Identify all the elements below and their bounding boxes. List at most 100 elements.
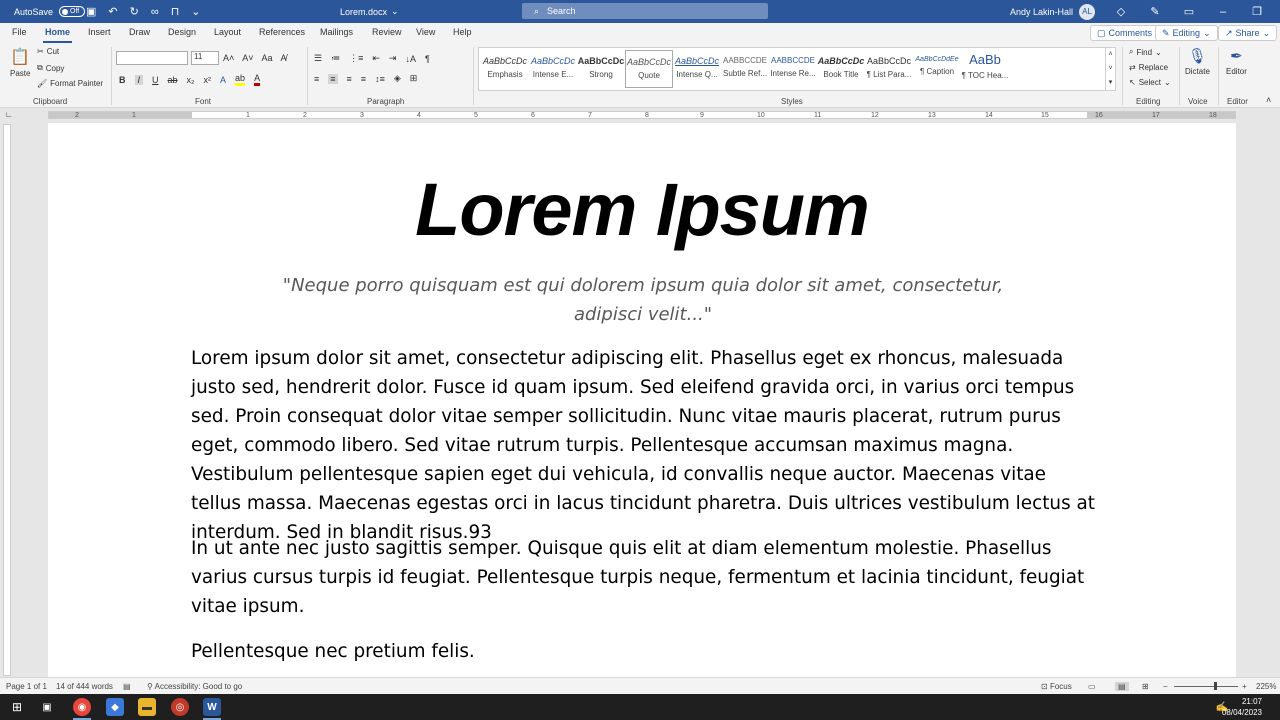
highlight-icon[interactable]: ab [235, 73, 246, 86]
autosave-toggle[interactable]: Off [59, 6, 86, 17]
tab-insert[interactable]: Insert [88, 27, 111, 37]
text-effects-icon[interactable]: A [220, 75, 226, 85]
editing-mode-button[interactable]: ✎ Editing ⌄ [1155, 25, 1218, 41]
font-size-input[interactable]: 11 [191, 51, 219, 65]
format-painter-button[interactable]: 🖌 Format Painter [37, 79, 103, 88]
shading-icon[interactable]: ◈ [394, 73, 401, 84]
find-button[interactable]: ⌕ Find ⌄ [1129, 47, 1162, 57]
screen-recorder-icon[interactable]: ◎ [171, 698, 189, 716]
document-page[interactable]: Lorem Ipsum "Neque porro quisquam est qu… [48, 123, 1236, 677]
accessibility-status[interactable]: ⚲ Accessibility: Good to go [147, 682, 242, 691]
align-left-icon[interactable]: ≡ [314, 74, 319, 84]
style-list-paragraph[interactable]: AaBbCcDc ¶ List Para... [865, 50, 913, 88]
italic-icon[interactable]: I [134, 74, 144, 85]
print-layout-icon[interactable]: ▤ [1115, 682, 1129, 691]
bold-icon[interactable]: B [119, 75, 126, 85]
comments-button[interactable]: ▢ Comments [1090, 25, 1160, 41]
copy-button[interactable]: ⧉ Copy [37, 63, 64, 73]
grow-font-icon[interactable]: A˄ [223, 53, 234, 63]
share-button[interactable]: ↗ Share ⌄ [1218, 25, 1278, 41]
word-count[interactable]: 14 of 444 words [56, 682, 113, 691]
tab-draw[interactable]: Draw [129, 27, 150, 37]
editor-button[interactable]: ✒ Editor [1226, 47, 1247, 76]
align-center-icon[interactable]: ≡ [328, 73, 338, 84]
task-view-icon[interactable]: ▣ [38, 698, 56, 716]
avatar[interactable]: AL [1079, 3, 1096, 20]
strikethrough-icon[interactable]: ab [168, 75, 178, 85]
style-intense-emphasis[interactable]: AaBbCcDc Intense E... [529, 50, 577, 88]
customize-qat-icon[interactable]: ⌄ [191, 5, 200, 18]
tab-home[interactable]: Home [42, 27, 73, 43]
user-account[interactable]: Andy Lakin-Hall AL [1010, 0, 1096, 23]
style-toc-heading[interactable]: AaBb ¶ TOC Hea... [961, 50, 1009, 88]
shrink-font-icon[interactable]: A˅ [242, 53, 253, 63]
zoom-out-icon[interactable]: − [1163, 682, 1168, 691]
style-strong[interactable]: AaBbCcDc Strong [577, 50, 625, 88]
tab-review[interactable]: Review [372, 27, 402, 37]
file-explorer-icon[interactable]: ▬ [138, 698, 156, 716]
select-button[interactable]: ↖ Select ⌄ [1129, 78, 1171, 87]
diamond-icon[interactable]: ◇ [1104, 5, 1138, 18]
dictate-button[interactable]: 🎙 Dictate [1185, 47, 1210, 76]
ribbon-display-icon[interactable]: ▭ [1172, 5, 1206, 18]
focus-button[interactable]: ⊡ Focus [1041, 682, 1072, 691]
page-count[interactable]: Page 1 of 1 [6, 682, 47, 691]
text-direction-icon[interactable]: ⊓ [171, 5, 180, 18]
style-book-title[interactable]: AaBbCcDc Book Title [817, 50, 865, 88]
chevron-down-icon[interactable]: ˅ [1106, 62, 1115, 76]
tab-file[interactable]: File [12, 27, 27, 37]
pilcrow-icon[interactable]: ¶ [425, 54, 430, 64]
save-icon[interactable]: ▣ [86, 5, 96, 18]
tab-mailings[interactable]: Mailings [320, 27, 353, 37]
zoom-level[interactable]: 225% [1256, 682, 1276, 691]
app-icon[interactable]: ◆ [106, 698, 124, 716]
increase-indent-icon[interactable]: ⇥ [389, 53, 397, 64]
autoformat-icon[interactable]: ∞ [151, 6, 159, 18]
style-emphasis[interactable]: AaBbCcDc Emphasis [481, 50, 529, 88]
subscript-icon[interactable]: x₂ [187, 75, 195, 85]
windows-start-icon[interactable]: ⊞ [8, 698, 26, 716]
web-layout-icon[interactable]: ⊞ [1142, 682, 1149, 691]
tab-layout[interactable]: Layout [214, 27, 241, 37]
chrome-icon[interactable]: ◉ [73, 698, 91, 716]
replace-button[interactable]: ⇄ Replace [1129, 63, 1168, 72]
multilevel-list-icon[interactable]: ⋮≡ [349, 53, 363, 64]
styles-scroll[interactable]: ˄ ˅ ▾ [1105, 48, 1115, 90]
style-intense-quote[interactable]: AaBbCcDc Intense Q... [673, 50, 721, 88]
pen-icon[interactable]: ✎ [1138, 5, 1172, 18]
style-intense-reference[interactable]: AABBCCDE Intense Re... [769, 50, 817, 88]
chevron-up-icon[interactable]: ˄ [1106, 48, 1115, 62]
close-icon[interactable]: ✕ [1274, 5, 1280, 18]
autosave[interactable]: AutoSave Off [14, 0, 86, 23]
search-box[interactable]: ⌕ Search [522, 3, 768, 19]
change-case-icon[interactable]: Aa [262, 53, 273, 63]
justify-icon[interactable]: ≡ [361, 74, 366, 84]
more-styles-icon[interactable]: ▾ [1106, 76, 1115, 90]
proofing-icon[interactable]: ▤ [123, 682, 131, 691]
style-caption[interactable]: AaBbCcDdEe ¶ Caption [913, 50, 961, 88]
decrease-indent-icon[interactable]: ⇤ [372, 53, 380, 64]
borders-icon[interactable]: ⊞ [410, 73, 418, 84]
tab-selector-icon[interactable]: ∟ [5, 110, 13, 119]
zoom-in-icon[interactable]: + [1242, 682, 1247, 691]
zoom-slider-thumb[interactable] [1214, 682, 1217, 690]
underline-icon[interactable]: U [152, 75, 159, 85]
tab-help[interactable]: Help [453, 27, 472, 37]
redo-icon[interactable]: ↻ [130, 5, 139, 18]
tab-design[interactable]: Design [168, 27, 196, 37]
read-mode-icon[interactable]: ▭ [1088, 682, 1096, 691]
tab-view[interactable]: View [416, 27, 435, 37]
numbering-icon[interactable]: ≔ [331, 53, 340, 64]
align-right-icon[interactable]: ≡ [347, 74, 352, 84]
paste-button[interactable]: 📋 Paste [10, 47, 30, 78]
collapse-ribbon-icon[interactable]: ˄ [1266, 95, 1271, 105]
font-name-input[interactable] [116, 51, 188, 65]
cut-button[interactable]: ✂ Cut [37, 47, 59, 56]
word-icon[interactable]: W [203, 698, 221, 716]
clear-formatting-icon[interactable]: A̸ [281, 53, 287, 63]
line-spacing-icon[interactable]: ↕≡ [375, 74, 385, 84]
maximize-icon[interactable]: ❐ [1240, 5, 1274, 18]
undo-icon[interactable]: ↶ [108, 5, 117, 18]
tab-references[interactable]: References [259, 27, 305, 37]
superscript-icon[interactable]: x² [204, 75, 212, 85]
